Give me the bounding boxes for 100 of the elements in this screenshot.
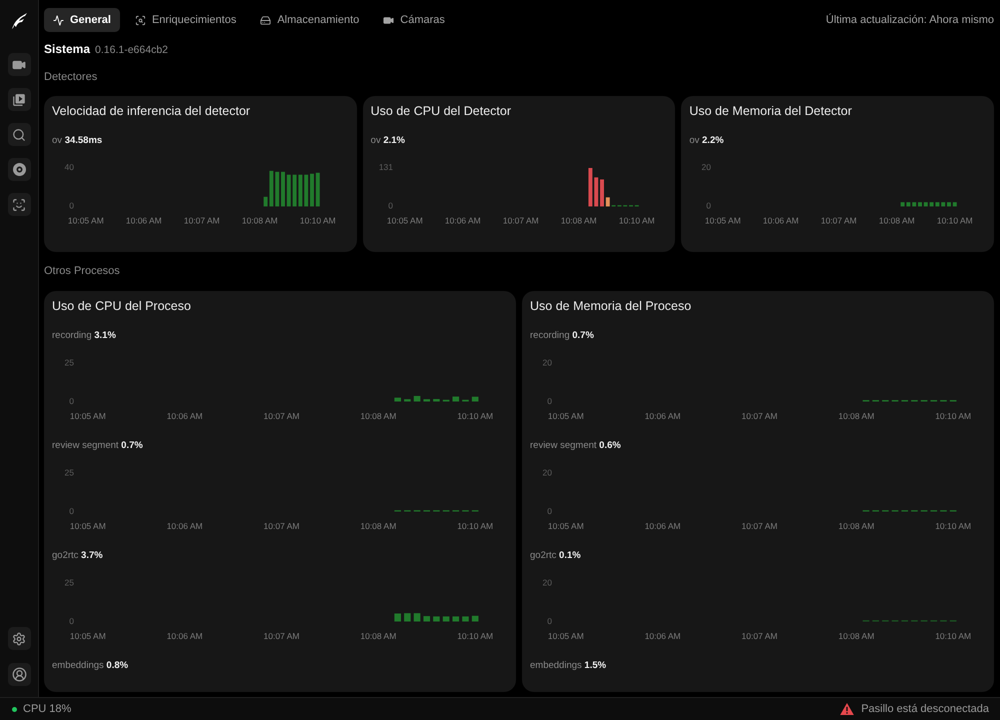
card-title: Uso de Memoria del Detector xyxy=(689,103,852,120)
magnifier-icon xyxy=(134,14,146,26)
x-axis-label: 10:05 AM xyxy=(548,410,584,421)
x-axis-label: 10:08 AM xyxy=(838,520,874,531)
x-axis-label: 10:08 AM xyxy=(838,630,874,641)
tab[interactable]: General xyxy=(44,8,120,32)
series-label: go2rtc 0.1% xyxy=(530,550,581,562)
y-axis-label: 0 xyxy=(69,616,74,626)
x-axis-label: 10:06 AM xyxy=(444,216,480,226)
x-axis-label: 10:08 AM xyxy=(360,410,396,421)
face-scan-icon xyxy=(12,198,26,212)
series-label: review segment 0.7% xyxy=(52,440,143,452)
x-axis-label: 10:05 AM xyxy=(548,520,584,531)
section-heading: Otros Procesos xyxy=(44,265,120,277)
section-heading: Detectores xyxy=(44,71,98,83)
disc-icon xyxy=(12,163,26,176)
y-axis-label: 20 xyxy=(702,162,712,172)
x-axis-label: 10:07 AM xyxy=(264,630,300,641)
x-axis-label: 10:08 AM xyxy=(838,410,874,421)
x-axis-label: 10:10 AM xyxy=(457,630,494,641)
cpu-usage-text: CPU 18% xyxy=(23,702,72,717)
search-icon xyxy=(12,128,26,142)
x-axis-label: 10:10 AM xyxy=(935,520,972,531)
x-axis-label: 10:05 AM xyxy=(705,216,742,226)
series-label: recording 3.1% xyxy=(52,330,116,342)
x-axis-label: 10:10 AM xyxy=(618,216,654,226)
x-axis-label: 10:10 AM xyxy=(935,630,972,641)
x-axis-label: 10:10 AM xyxy=(300,216,336,226)
x-axis-label: 10:05 AM xyxy=(70,410,106,421)
y-axis-label: 20 xyxy=(542,357,552,368)
tab[interactable]: Almacenamiento xyxy=(251,8,368,32)
series-label: ov 34.58ms xyxy=(52,135,102,147)
y-axis-label: 131 xyxy=(378,162,393,172)
x-axis-label: 10:07 AM xyxy=(821,216,858,226)
y-axis-label: 25 xyxy=(64,577,74,588)
x-axis-label: 10:07 AM xyxy=(184,216,220,226)
x-axis-label: 10:07 AM xyxy=(264,410,300,421)
x-axis-label: 10:06 AM xyxy=(166,410,203,421)
series-label: embeddings 0.8% xyxy=(52,660,128,672)
series-label: recording 0.7% xyxy=(530,330,594,342)
alert-text: Pasillo está desconectada xyxy=(861,702,989,717)
settings-icon xyxy=(12,632,26,646)
y-axis-label: 0 xyxy=(547,506,552,516)
x-axis-label: 10:05 AM xyxy=(68,216,104,226)
series-label: review segment 0.6% xyxy=(530,440,621,452)
y-axis-label: 25 xyxy=(64,467,74,478)
x-axis-label: 10:06 AM xyxy=(166,630,203,641)
tab[interactable]: Enriquecimientos xyxy=(126,8,246,32)
nav-button[interactable] xyxy=(8,663,30,686)
pulse-icon xyxy=(53,14,64,26)
x-axis-label: 10:06 AM xyxy=(644,520,681,531)
y-axis-label: 0 xyxy=(547,616,552,626)
x-axis-label: 10:07 AM xyxy=(502,216,538,226)
x-axis-label: 10:06 AM xyxy=(166,520,203,531)
hard-drive-icon xyxy=(260,14,272,26)
card-title: Velocidad de inferencia del detector xyxy=(52,103,250,120)
nav-button[interactable] xyxy=(8,88,30,111)
x-axis-label: 10:07 AM xyxy=(264,520,300,531)
y-axis-label: 0 xyxy=(69,396,74,406)
y-axis-label: 0 xyxy=(706,200,712,211)
series-label: ov 2.2% xyxy=(689,135,724,147)
series-label: go2rtc 3.7% xyxy=(52,550,103,562)
y-axis-label: 0 xyxy=(388,200,393,211)
series-label: ov 2.1% xyxy=(370,135,405,147)
user-icon xyxy=(12,667,26,682)
x-axis-label: 10:07 AM xyxy=(742,630,778,641)
y-axis-label: 20 xyxy=(542,467,552,478)
card-title: Uso de CPU del Proceso xyxy=(52,298,191,315)
x-axis-label: 10:10 AM xyxy=(935,410,972,421)
x-axis-label: 10:08 AM xyxy=(560,216,596,226)
x-axis-label: 10:07 AM xyxy=(742,410,778,421)
x-axis-label: 10:06 AM xyxy=(126,216,162,226)
y-axis-label: 25 xyxy=(64,357,74,368)
nav-button[interactable] xyxy=(8,627,30,650)
card-title: Uso de Memoria del Proceso xyxy=(530,298,692,315)
nav-button[interactable] xyxy=(8,193,30,216)
tab[interactable]: Cámaras xyxy=(374,8,454,32)
x-axis-label: 10:06 AM xyxy=(763,216,800,226)
nav-button[interactable] xyxy=(8,123,30,146)
y-axis-label: 0 xyxy=(547,396,552,406)
x-axis-label: 10:08 AM xyxy=(360,520,396,531)
y-axis-label: 0 xyxy=(69,506,74,516)
x-axis-label: 10:06 AM xyxy=(644,630,681,641)
x-axis-label: 10:08 AM xyxy=(242,216,278,226)
nav-button[interactable] xyxy=(8,158,30,181)
page-title: Sistema xyxy=(44,41,90,58)
x-axis-label: 10:06 AM xyxy=(644,410,681,421)
version-text: 0.16.1-e664cb2 xyxy=(95,43,168,58)
x-axis-label: 10:10 AM xyxy=(457,410,494,421)
x-axis-label: 10:05 AM xyxy=(386,216,422,226)
card-title: Uso de CPU del Detector xyxy=(370,103,511,120)
x-axis-label: 10:08 AM xyxy=(360,630,396,641)
x-axis-label: 10:05 AM xyxy=(548,630,584,641)
x-axis-label: 10:05 AM xyxy=(70,520,106,531)
y-axis-label: 0 xyxy=(69,200,74,211)
x-axis-label: 10:10 AM xyxy=(457,520,494,531)
video-camera-icon xyxy=(383,14,394,26)
x-axis-label: 10:08 AM xyxy=(879,216,916,226)
y-axis-label: 40 xyxy=(64,162,74,172)
nav-button[interactable] xyxy=(8,53,30,76)
